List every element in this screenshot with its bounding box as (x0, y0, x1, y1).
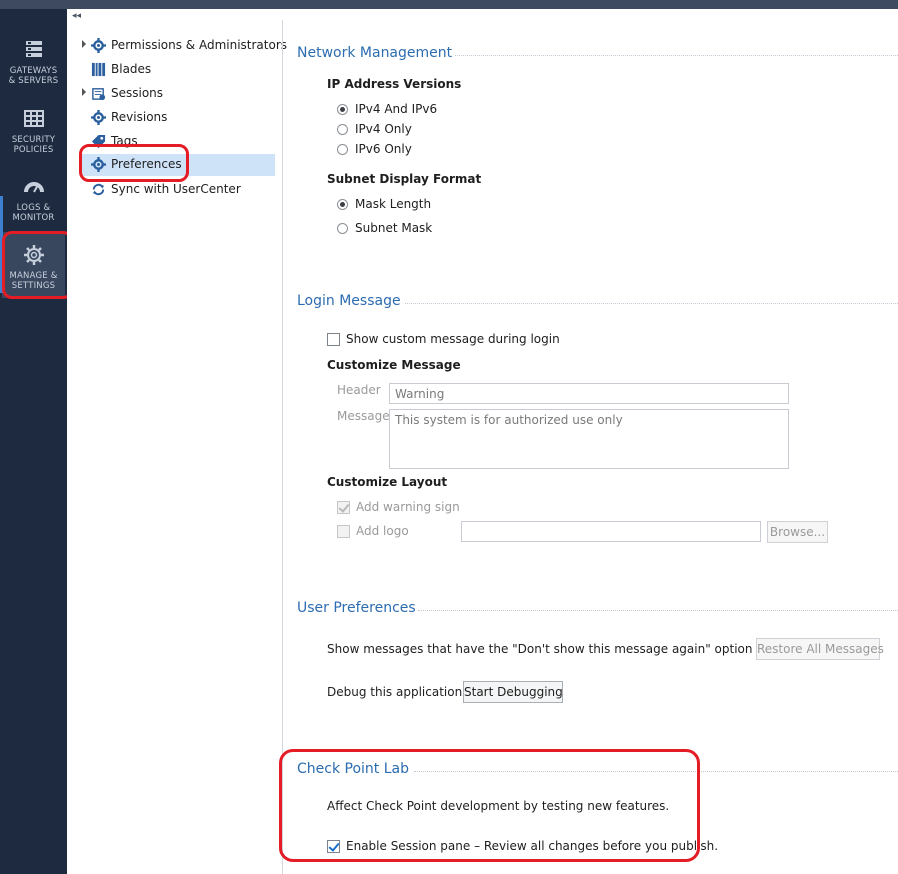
expand-arrow-icon[interactable] (82, 40, 86, 48)
nav-logs-label-1: LOGS & (16, 203, 51, 213)
nav-security-label-1: SECURITY (11, 135, 56, 145)
nav-manage-label-2: SETTINGS (11, 281, 56, 291)
collapse-panel-button[interactable]: ◂◂ (72, 11, 81, 21)
security-policies-icon (23, 110, 44, 127)
ipv6-only-label: IPv6 Only (355, 142, 412, 156)
gear-icon (91, 110, 106, 125)
add-warning-sign-label: Add warning sign (356, 500, 460, 514)
sessions-icon (92, 88, 106, 101)
tree-label: Sessions (111, 86, 164, 100)
tree-label: Revisions (111, 110, 168, 124)
section-divider (418, 610, 898, 611)
add-logo-label: Add logo (356, 524, 409, 538)
tree-item-tags[interactable]: Tags (67, 131, 275, 153)
expand-arrow-icon[interactable] (82, 88, 86, 96)
tree-label: Tags (111, 134, 138, 148)
checkmark-icon (328, 840, 340, 852)
section-title-login: Login Message (297, 293, 401, 309)
start-debugging-button[interactable]: Start Debugging (463, 681, 563, 703)
show-messages-text: Show messages that have the "Don't show … (327, 642, 807, 656)
add-warning-sign-checkbox[interactable] (337, 501, 350, 514)
tree-item-sessions[interactable]: Sessions (67, 83, 275, 105)
nav-manage-settings[interactable]: MANAGE & SETTINGS (2, 232, 65, 298)
checkmark-icon (338, 501, 350, 513)
tree-label: Permissions & Administrators (111, 38, 288, 52)
nav-manage-label-1: MANAGE & (9, 271, 58, 281)
section-title-network: Network Management (297, 45, 453, 61)
message-textarea[interactable]: This system is for authorized use only (389, 409, 789, 469)
section-divider (405, 303, 898, 304)
nav-gateways-label-2: & SERVERS (8, 76, 59, 86)
show-custom-message-label: Show custom message during login (346, 332, 560, 346)
top-bar (0, 0, 898, 9)
subnet-format-label: Subnet Display Format (327, 172, 482, 186)
enable-session-pane-label: Enable Session pane – Review all changes… (346, 839, 719, 853)
nav-security-label-2: POLICIES (13, 145, 54, 155)
sync-icon (92, 183, 105, 196)
tree-item-revisions[interactable]: Revisions (67, 107, 275, 129)
gateways-servers-icon (25, 41, 42, 57)
ip-versions-label: IP Address Versions (327, 77, 462, 91)
tree-item-blades[interactable]: Blades (67, 59, 275, 81)
add-logo-checkbox[interactable] (337, 525, 350, 538)
enable-session-pane-checkbox[interactable] (327, 840, 340, 853)
nav-security-policies[interactable]: SECURITY POLICIES (2, 108, 65, 155)
lab-description: Affect Check Point development by testin… (327, 799, 670, 813)
tree-item-preferences[interactable]: Preferences (81, 154, 275, 176)
logs-monitor-icon (23, 182, 44, 193)
nav-selection-accent (0, 196, 3, 293)
message-field-label: Message (337, 409, 390, 423)
customize-layout-label: Customize Layout (327, 475, 448, 489)
section-title-user-prefs: User Preferences (297, 600, 416, 616)
tree-label: Preferences (111, 157, 182, 171)
browse-button[interactable]: Browse... (767, 521, 828, 543)
subnet-mask-label: Subnet Mask (355, 221, 433, 235)
tree-item-permissions[interactable]: Permissions & Administrators (67, 35, 287, 57)
logo-path-input[interactable] (461, 521, 761, 542)
ipv4-ipv6-label: IPv4 And IPv6 (355, 102, 438, 116)
nav-gateways-label-1: GATEWAYS (9, 66, 58, 76)
ipv4-only-label: IPv4 Only (355, 122, 412, 136)
nav-logs-monitor[interactable]: LOGS & MONITOR (2, 176, 65, 223)
header-input[interactable]: Warning (389, 383, 789, 404)
section-divider (455, 55, 898, 56)
panel-divider (282, 20, 283, 874)
radio-mask-length[interactable] (337, 199, 348, 210)
gear-icon (23, 245, 44, 265)
tree-item-sync-usercenter[interactable]: Sync with UserCenter (67, 179, 275, 201)
tree-label: Blades (111, 62, 152, 76)
show-custom-message-checkbox[interactable] (327, 333, 340, 346)
settings-tree: ◂◂ Permissions & Administrators Blades S… (67, 9, 287, 874)
gear-icon (91, 38, 106, 53)
radio-ipv4-ipv6[interactable] (337, 104, 348, 115)
tag-icon (91, 134, 106, 149)
header-field-label: Header (337, 383, 381, 397)
radio-ipv6-only[interactable] (337, 144, 348, 155)
nav-gateways-servers[interactable]: GATEWAYS & SERVERS (2, 39, 65, 86)
blades-icon (91, 62, 106, 77)
gear-icon (91, 157, 106, 172)
radio-ipv4-only[interactable] (337, 124, 348, 135)
restore-all-messages-button[interactable]: Restore All Messages (756, 638, 884, 660)
nav-logs-label-2: MONITOR (12, 213, 55, 223)
section-title-lab: Check Point Lab (297, 761, 409, 777)
tree-label: Sync with UserCenter (111, 182, 241, 196)
radio-subnet-mask[interactable] (337, 223, 348, 234)
debug-label: Debug this application: (327, 685, 467, 699)
customize-message-label: Customize Message (327, 358, 461, 372)
mask-length-label: Mask Length (355, 197, 432, 211)
section-divider (414, 771, 898, 772)
left-navigation: GATEWAYS & SERVERS SECURITY POLICIES LOG… (0, 9, 67, 874)
